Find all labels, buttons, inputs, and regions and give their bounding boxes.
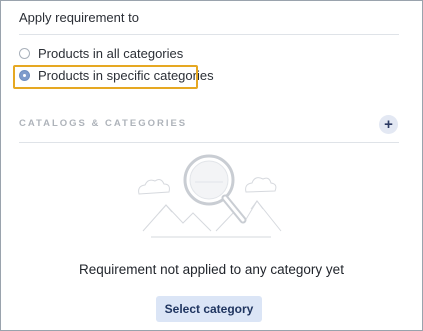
- option-all-categories-label: Products in all categories: [38, 46, 184, 61]
- mountain-icon: [142, 204, 212, 232]
- empty-search-illustration: [138, 154, 282, 238]
- add-category-button[interactable]: +: [379, 115, 398, 134]
- apply-requirement-title: Apply requirement to: [19, 10, 139, 25]
- divider: [19, 142, 399, 143]
- magnifier-icon: [183, 154, 247, 224]
- requirement-panel: Apply requirement to Products in all cat…: [0, 0, 423, 331]
- option-specific-categories[interactable]: Products in specific categories: [19, 68, 214, 83]
- cloud-icon: [245, 177, 277, 193]
- radio-unchecked-icon[interactable]: [19, 48, 30, 59]
- option-specific-categories-label: Products in specific categories: [38, 68, 214, 83]
- catalogs-categories-header: CATALOGS & CATEGORIES: [19, 118, 188, 129]
- mountain-icon: [215, 200, 282, 232]
- radio-checked-icon[interactable]: [19, 70, 30, 81]
- option-all-categories[interactable]: Products in all categories: [19, 46, 183, 61]
- cloud-icon: [138, 179, 170, 195]
- select-category-button[interactable]: Select category: [156, 296, 262, 322]
- empty-state-message: Requirement not applied to any category …: [79, 262, 344, 277]
- divider: [19, 34, 399, 35]
- plus-icon: +: [384, 116, 393, 133]
